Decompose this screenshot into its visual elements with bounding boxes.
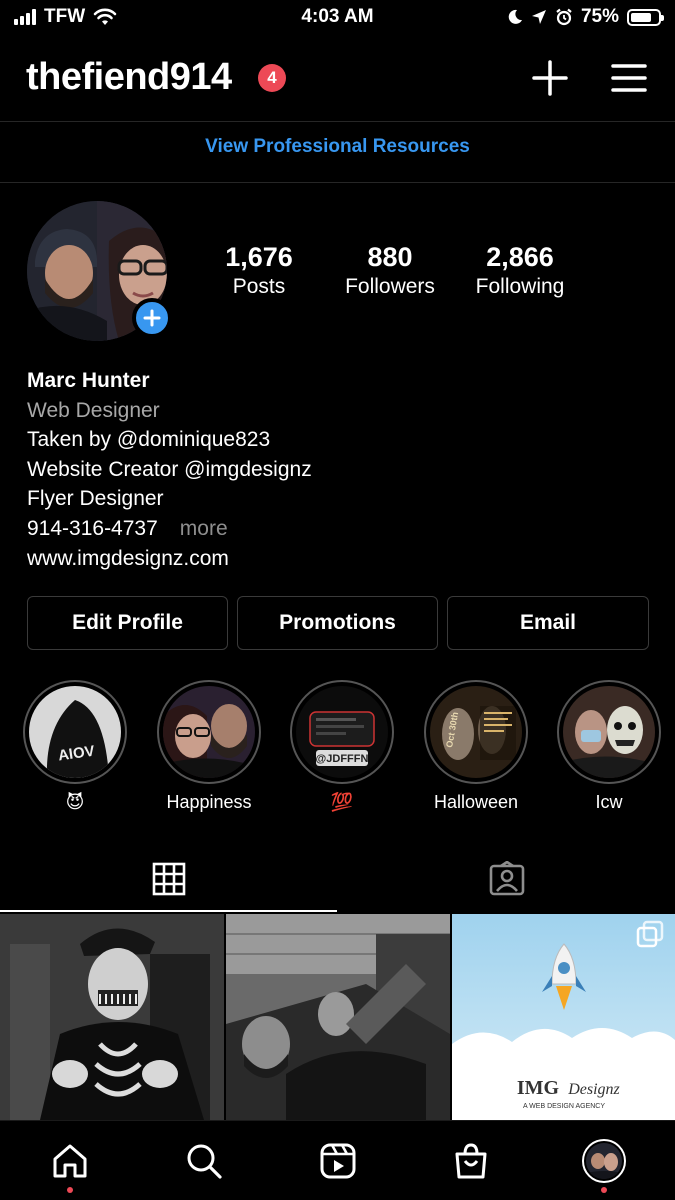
highlight-ring [557,680,661,784]
highlight-ring: Oct 30th [424,680,528,784]
view-professional-resources-link[interactable]: View Professional Resources [0,136,675,158]
flyer-cover-image: Oct 30th [430,686,522,778]
username-title[interactable]: thefiend914 [26,56,232,99]
alarm-icon [556,8,572,26]
active-tab-indicator [0,910,337,912]
hoodie-cover-image: AIOV [29,686,121,778]
notification-badge[interactable]: 4 [258,64,286,92]
followers-label: Followers [345,275,435,298]
bio-line-website-creator: Website Creator @imgdesignz [27,457,312,481]
create-button[interactable] [530,58,570,98]
bottom-navigation [0,1120,675,1200]
img-tagline: A WEB DESIGN AGENCY [523,1103,605,1110]
highlight-label: Happiness [166,792,252,812]
highlight-hundred[interactable]: @JDFFFN 💯 [290,680,394,814]
battery-icon [627,8,664,26]
post-thumbnail[interactable] [0,914,224,1120]
tab-tagged[interactable] [338,846,675,912]
plus-icon [532,60,568,96]
img-logo-text: IMG [517,1077,560,1099]
email-button[interactable]: Email [447,596,649,650]
add-story-button[interactable] [132,298,172,338]
hamburger-menu-icon [611,64,647,92]
followers-stat[interactable]: 880 Followers [335,242,445,299]
highlight-ring [157,680,261,784]
tagged-person-icon [489,861,524,896]
img-designz-graphic: IMG Designz A WEB DESIGN AGENCY [452,914,675,1120]
status-right: 75% [507,6,664,28]
highlight-ring: AIOV [23,680,127,784]
posts-count: 1,676 [225,242,293,272]
location-arrow-icon [531,10,546,24]
header-divider [0,121,675,122]
avatar-mini-photo [586,1143,622,1179]
posts-label: Posts [232,275,286,298]
profile-website-link[interactable]: www.imgdesignz.com [27,544,312,574]
nav-home[interactable] [48,1139,92,1183]
highlight-label: Icw [595,792,623,812]
highlight-label: 💯 [330,792,354,812]
screenshot-cover-image: @JDFFFN [296,686,388,778]
tab-posts-grid[interactable] [0,846,337,912]
highlight-halloween[interactable]: Oct 30th Halloween [424,680,528,814]
profile-header: thefiend914 4 [0,48,675,108]
home-notification-dot [67,1187,73,1193]
followers-count: 880 [367,242,413,272]
pro-link-divider [0,182,675,183]
edit-profile-button[interactable]: Edit Profile [27,596,228,650]
phone-number: 914-316-4737 [27,516,158,540]
reels-icon [320,1143,356,1179]
post-thumbnail[interactable]: IMG Designz A WEB DESIGN AGENCY [452,914,675,1120]
bio-line-flyer-designer: Flyer Designer [27,487,164,511]
profile-bio: Marc Hunter Web Designer Taken by @domin… [27,366,312,573]
nav-reels[interactable] [316,1139,360,1183]
bio-line-taken-by: Taken by @dominique823 [27,428,271,452]
following-stat[interactable]: 2,866 Following [465,242,575,299]
handle-text: @JDFFFN [316,753,369,765]
profile-notification-dot [601,1187,607,1193]
moon-icon [508,9,522,24]
bio-line-phone: 914-316-4737 more [27,514,312,544]
highlight-icw[interactable]: Icw [557,680,661,814]
status-bar: TFW 4:03 AM 75% [0,0,675,36]
highlight-cover [163,686,255,778]
posts-stat[interactable]: 1,676 Posts [214,242,304,299]
img-logo-script: Designz [567,1081,620,1098]
grid-icon [152,862,185,896]
plus-icon [143,309,161,327]
highlight-cover: AIOV [29,686,121,778]
icw-cover-image [563,686,655,778]
nav-shop[interactable] [449,1139,493,1183]
highlight-label: 😈 [65,792,85,812]
highlight-happiness[interactable]: Happiness [157,680,261,814]
profile-name: Marc Hunter [27,369,150,392]
battery-percent: 75% [580,6,619,27]
highlight-devil[interactable]: AIOV 😈 [23,680,127,814]
bio-more-link[interactable]: more [180,517,228,540]
highlight-cover [563,686,655,778]
highlight-cover: @JDFFFN [296,686,388,778]
highlight-label: Halloween [433,792,519,812]
profile-tab-avatar [582,1139,626,1183]
menu-button[interactable] [609,58,649,98]
highlight-ring: @JDFFFN [290,680,394,784]
following-label: Following [475,275,565,298]
couple-cover-image [163,686,255,778]
promotions-button[interactable]: Promotions [237,596,438,650]
search-icon [187,1144,222,1179]
shopping-bag-icon [455,1143,487,1179]
profile-category: Web Designer [27,398,160,422]
highlight-cover: Oct 30th [430,686,522,778]
skeleton-mask-photo [0,914,224,1120]
post-thumbnail[interactable] [226,914,450,1120]
following-count: 2,866 [486,242,554,272]
lounging-photo [226,914,450,1120]
nav-profile[interactable] [582,1139,626,1183]
nav-search[interactable] [182,1139,226,1183]
home-icon [53,1144,87,1178]
